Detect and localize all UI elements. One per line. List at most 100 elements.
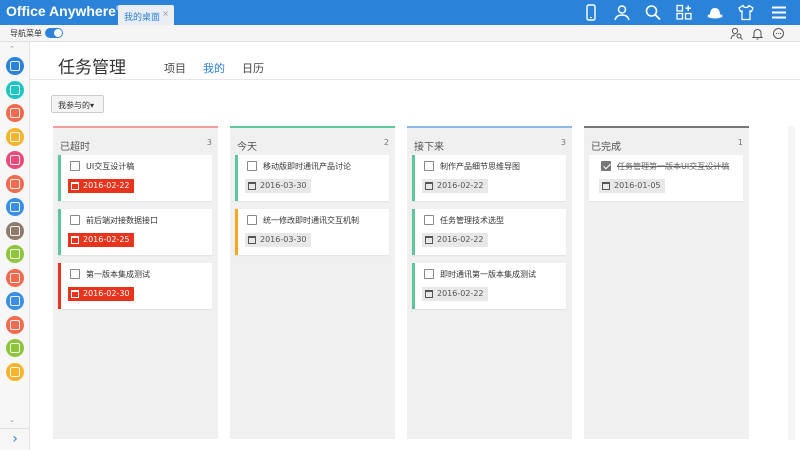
task-card[interactable]: 第一版本集成测试 2016-02-30 xyxy=(58,263,212,309)
user-icon[interactable] xyxy=(613,4,631,21)
task-card[interactable]: UI交互设计稿 2016-02-22 xyxy=(58,155,212,201)
sidebar-item-msg-icon[interactable] xyxy=(6,362,24,381)
sidebar-item-notes-icon[interactable] xyxy=(6,198,24,216)
task-checkbox[interactable] xyxy=(70,269,80,279)
calendar-icon xyxy=(425,290,433,298)
hat-icon[interactable] xyxy=(706,4,724,21)
task-title[interactable]: 任务管理第一版本UI交互设计稿 xyxy=(617,161,729,172)
task-title[interactable]: UI交互设计稿 xyxy=(86,161,134,172)
column-count: 3 xyxy=(206,138,212,147)
task-due-date: 2016-03-30 xyxy=(245,179,311,193)
task-card[interactable]: 统一修改即时通讯交互机制 2016-03-30 xyxy=(235,209,389,255)
app-logo[interactable]: Office Anywhere® xyxy=(6,3,120,19)
sidebar-item-glyph xyxy=(10,225,20,236)
calendar-icon xyxy=(248,236,256,244)
task-card[interactable]: 移动版即时通讯产品讨论 2016-03-30 xyxy=(235,155,389,201)
column-count: 1 xyxy=(737,138,743,147)
calendar-icon xyxy=(71,182,79,190)
task-checkbox[interactable] xyxy=(424,161,434,171)
board-scrollbar[interactable] xyxy=(788,126,795,440)
task-due-date: 2016-02-22 xyxy=(422,233,488,247)
participation-filter-dropdown[interactable]: 我参与的▾ xyxy=(51,95,104,113)
main-content: 任务管理 项目 我的 日历 我参与的▾ 已超时 3 UI交互设计稿 2016-02-2… xyxy=(30,42,800,450)
sidebar-item-glyph xyxy=(10,202,20,212)
shirt-icon[interactable] xyxy=(737,4,755,21)
task-title[interactable]: 移动版即时通讯产品讨论 xyxy=(263,161,351,172)
task-card[interactable]: 即时通讯第一版本集成测试 2016-02-22 xyxy=(412,263,566,309)
task-checkbox[interactable] xyxy=(424,215,434,225)
task-checkbox[interactable] xyxy=(601,161,611,171)
task-checkbox[interactable] xyxy=(424,269,434,279)
sidebar-item-hr-icon[interactable] xyxy=(6,221,24,240)
sidebar-item-calendar-icon[interactable] xyxy=(6,245,24,263)
search-icon[interactable] xyxy=(644,4,662,21)
tab-calendar[interactable]: 日历 xyxy=(242,60,264,76)
task-due-date-value: 2016-01-05 xyxy=(614,181,661,190)
task-card[interactable]: 前后端对接数据接口 2016-02-25 xyxy=(58,209,212,255)
sidebar-item-file-icon[interactable] xyxy=(6,174,24,193)
task-checkbox[interactable] xyxy=(247,215,257,225)
sidebar-item-stats-icon[interactable] xyxy=(6,339,24,357)
sidebar-scroll-down-icon[interactable]: ⌄ xyxy=(9,416,15,424)
sidebar-expand-button[interactable]: › xyxy=(0,428,30,450)
task-title[interactable]: 制作产品细节思维导图 xyxy=(440,161,520,172)
sidebar-item-glyph xyxy=(10,178,20,189)
sidebar-item-glyph xyxy=(10,131,20,142)
kanban-column: 今天 2 移动版即时通讯产品讨论 2016-03-30 统一修改即时通讯交互机制 2016… xyxy=(230,126,395,439)
task-card[interactable]: 制作产品细节思维导图 2016-02-22 xyxy=(412,155,566,201)
tab-close-icon[interactable]: × xyxy=(162,9,169,18)
task-due-date: 2016-02-22 xyxy=(422,179,488,193)
sidebar-item-edit-icon[interactable] xyxy=(6,315,24,334)
kanban-board: 已超时 3 UI交互设计稿 2016-02-22 前后端对接数据接口 2016-02-25… xyxy=(30,126,800,450)
task-title[interactable]: 统一修改即时通讯交互机制 xyxy=(263,215,359,226)
task-title[interactable]: 即时通讯第一版本集成测试 xyxy=(440,269,536,280)
top-bar: Office Anywhere® 我的桌面 × xyxy=(0,0,800,25)
task-due-date: 2016-03-30 xyxy=(245,233,311,247)
kanban-column: 接下来 3 制作产品细节思维导图 2016-02-22 任务管理技术选型 2016-02-… xyxy=(407,126,572,439)
task-due-date: 2016-02-22 xyxy=(68,179,134,193)
sidebar-item-glyph xyxy=(10,84,20,95)
nav-menu-toggle[interactable] xyxy=(45,28,63,38)
sidebar-item-glyph xyxy=(10,343,20,353)
task-due-date-value: 2016-03-30 xyxy=(260,235,307,244)
calendar-icon xyxy=(425,236,433,244)
calendar-icon xyxy=(71,290,79,298)
menu-icon[interactable] xyxy=(770,4,788,21)
apps-icon[interactable] xyxy=(675,4,693,21)
tab-projects[interactable]: 项目 xyxy=(164,60,186,76)
user-search-icon[interactable] xyxy=(730,27,743,40)
task-due-date-value: 2016-02-22 xyxy=(83,181,130,190)
sidebar-item-glyph xyxy=(10,155,20,165)
task-due-date: 2016-02-22 xyxy=(422,287,488,301)
tab-label: 我的桌面 xyxy=(124,13,161,23)
sidebar-item-glyph xyxy=(10,108,20,118)
task-title[interactable]: 第一版本集成测试 xyxy=(86,269,150,280)
task-checkbox[interactable] xyxy=(70,215,80,225)
mobile-icon[interactable] xyxy=(582,4,600,21)
sidebar-item-glyph xyxy=(10,296,20,306)
sidebar-item-doc-icon[interactable] xyxy=(6,104,24,122)
sidebar-scroll-up-icon[interactable]: ⌃ xyxy=(9,45,15,53)
task-checkbox[interactable] xyxy=(247,161,257,171)
task-due-date-value: 2016-02-30 xyxy=(83,289,130,298)
sidebar-item-share-icon[interactable] xyxy=(6,57,24,75)
sidebar-item-person-icon[interactable] xyxy=(6,80,24,99)
tab-mine[interactable]: 我的 xyxy=(203,60,225,76)
task-due-date-value: 2016-02-22 xyxy=(437,289,484,298)
sidebar-item-glyph xyxy=(10,249,20,259)
sidebar-item-mail-icon[interactable] xyxy=(6,127,24,146)
task-card[interactable]: 任务管理第一版本UI交互设计稿 2016-01-05 xyxy=(589,155,743,201)
tab-my-desktop[interactable]: 我的桌面 × xyxy=(118,5,174,25)
sidebar-item-book-icon[interactable] xyxy=(6,151,24,169)
calendar-icon xyxy=(602,182,610,190)
task-checkbox[interactable] xyxy=(70,161,80,171)
chat-icon[interactable] xyxy=(772,27,785,40)
task-card[interactable]: 任务管理技术选型 2016-02-22 xyxy=(412,209,566,255)
sidebar-item-chart-icon[interactable] xyxy=(6,268,24,287)
calendar-icon xyxy=(248,182,256,190)
sidebar-item-star-icon[interactable] xyxy=(6,292,24,310)
kanban-column: 已超时 3 UI交互设计稿 2016-02-22 前后端对接数据接口 2016-02-25… xyxy=(53,126,218,439)
task-title[interactable]: 任务管理技术选型 xyxy=(440,215,504,226)
bell-icon[interactable] xyxy=(751,27,764,40)
task-title[interactable]: 前后端对接数据接口 xyxy=(86,215,158,226)
